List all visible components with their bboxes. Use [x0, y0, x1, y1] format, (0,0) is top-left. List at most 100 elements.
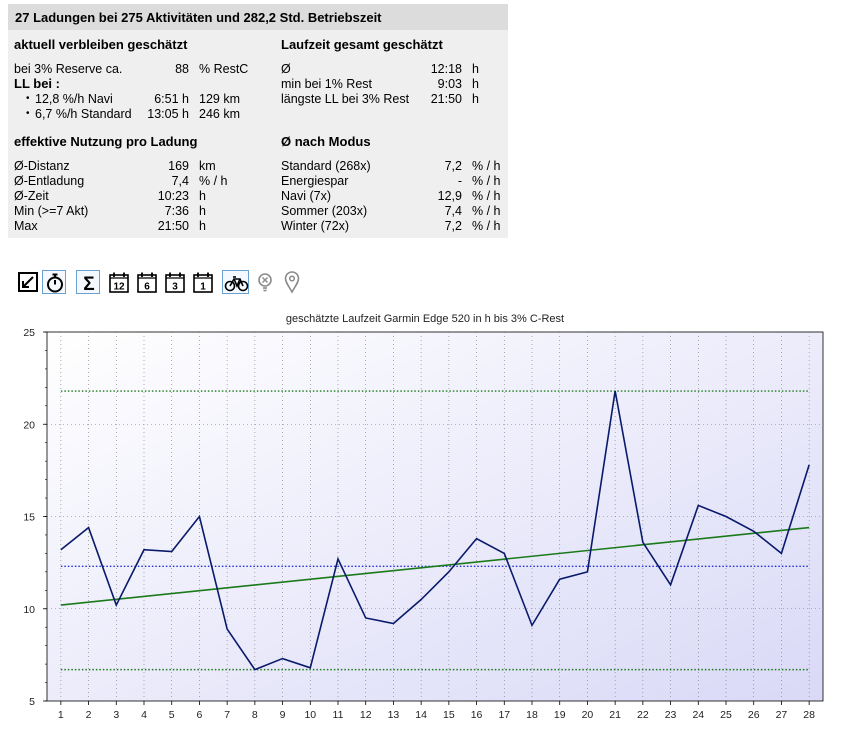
usage-heading: effektive Nutzung pro Ladung	[14, 134, 198, 149]
x-tick-label: 1	[58, 709, 64, 721]
mode-value: 7,2	[444, 219, 462, 233]
runtime-value: 12:18	[430, 62, 462, 76]
x-tick-label: 18	[526, 709, 538, 721]
sigma-icon: Σ	[83, 274, 94, 295]
mode-label: Standard (268x)	[281, 159, 371, 173]
x-tick-label: 28	[803, 709, 815, 721]
sigma-glyph: Σ	[83, 274, 94, 295]
bulb-off-icon	[258, 273, 272, 292]
location-button[interactable]	[281, 270, 305, 294]
ll-label: LL bei :	[14, 76, 60, 91]
light-toggle-button[interactable]	[254, 270, 278, 294]
bike-filter-button[interactable]	[222, 270, 249, 294]
runtime-chart: geschätzte Laufzeit Garmin Edge 520 in h…	[23, 313, 824, 721]
usage-label: Ø-Distanz	[14, 159, 70, 173]
x-tick-label: 21	[609, 709, 621, 721]
mode-unit: % / h	[472, 219, 501, 233]
runtime-unit: h	[472, 62, 479, 76]
mode-unit: % / h	[472, 174, 501, 188]
ll-row-distance: 129 km	[199, 92, 240, 106]
sum-view-button[interactable]: Σ	[76, 270, 100, 295]
x-tick-label: 27	[776, 709, 788, 721]
period-12-button[interactable]: 12	[107, 270, 131, 294]
usage-value: 7,4	[171, 174, 189, 188]
calendar-number: 3	[172, 282, 178, 293]
x-tick-label: 20	[582, 709, 594, 721]
ll-row-label: 12,8 %/h Navi	[35, 92, 113, 106]
ll-row-distance: 246 km	[199, 107, 240, 121]
x-tick-label: 15	[443, 709, 455, 721]
period-3-button[interactable]: 3	[163, 270, 187, 294]
runtime-label: min bei 1% Rest	[281, 77, 373, 91]
x-tick-label: 10	[304, 709, 316, 721]
y-tick-label: 10	[23, 604, 35, 616]
x-tick-label: 26	[748, 709, 760, 721]
x-tick-label: 5	[169, 709, 175, 721]
y-tick-label: 15	[23, 512, 35, 524]
mode-unit: % / h	[472, 159, 501, 173]
mode-heading: Ø nach Modus	[281, 134, 371, 149]
x-tick-label: 9	[280, 709, 286, 721]
x-tick-label: 11	[333, 709, 344, 721]
x-tick-label: 24	[692, 709, 704, 721]
usage-value: 21:50	[157, 219, 189, 233]
reserve-unit: % RestC	[199, 62, 249, 76]
stopwatch-icon	[47, 273, 63, 293]
x-tick-label: 12	[360, 709, 372, 721]
reserve-label: bei 3% Reserve ca.	[14, 62, 123, 76]
mode-value: 7,2	[444, 159, 462, 173]
x-tick-label: 8	[252, 709, 258, 721]
runtime-view-button[interactable]	[42, 270, 66, 294]
calendar-number: 6	[144, 282, 150, 293]
chart-title: geschätzte Laufzeit Garmin Edge 520 in h…	[286, 313, 564, 325]
reserve-value: 88	[175, 62, 189, 76]
runtime-unit: h	[472, 92, 479, 106]
x-tick-label: 6	[197, 709, 203, 721]
x-tick-label: 25	[720, 709, 732, 721]
ll-row-time: 6:51 h	[154, 92, 189, 106]
ll-row-time: 13:05 h	[147, 107, 189, 121]
calendar-icon: 1	[193, 272, 213, 293]
mode-label: Sommer (203x)	[281, 204, 368, 218]
x-tick-label: 7	[224, 709, 230, 721]
usage-value: 10:23	[157, 189, 189, 203]
mode-value: 12,9	[437, 189, 462, 203]
mode-unit: % / h	[472, 204, 501, 218]
x-tick-label: 14	[415, 709, 427, 721]
map-pin-icon	[284, 271, 300, 294]
mode-label: Energiespar	[281, 174, 349, 188]
x-tick-label: 16	[471, 709, 483, 721]
mode-value: 7,4	[444, 204, 462, 218]
bullet: •	[26, 108, 30, 119]
calendar-icon: 12	[109, 272, 129, 293]
usage-label: Ø-Entladung	[14, 174, 85, 188]
y-tick-label: 25	[23, 327, 35, 339]
x-tick-label: 2	[86, 709, 92, 721]
mode-value: -	[457, 174, 462, 188]
usage-value: 7:36	[164, 204, 189, 218]
ll-row-label: 6,7 %/h Standard	[35, 107, 132, 121]
usage-unit: h	[199, 204, 206, 218]
usage-label: Ø-Zeit	[14, 189, 49, 203]
export-button[interactable]	[16, 270, 40, 294]
remaining-heading: aktuell verbleiben geschätzt	[14, 37, 188, 52]
usage-value: 169	[168, 159, 189, 173]
bullet: •	[26, 93, 30, 104]
period-6-button[interactable]: 6	[135, 270, 159, 294]
runtime-label: längste LL bei 3% Rest	[281, 92, 410, 106]
period-1-button[interactable]: 1	[191, 270, 215, 294]
x-tick-label: 23	[665, 709, 677, 721]
x-tick-label: 13	[388, 709, 400, 721]
runtime-value: 21:50	[430, 92, 462, 106]
usage-label: Min (>=7 Akt)	[14, 204, 89, 218]
usage-unit: h	[199, 189, 206, 203]
calendar-icon: 3	[165, 272, 185, 293]
x-tick-label: 17	[498, 709, 510, 721]
runtime-label: Ø	[281, 62, 291, 76]
bicycle-icon	[224, 276, 249, 292]
runtime-unit: h	[472, 77, 479, 91]
mode-label: Navi (7x)	[281, 189, 332, 203]
calendar-icon: 6	[137, 272, 157, 293]
mode-unit: % / h	[472, 189, 501, 203]
runtime-value: 9:03	[437, 77, 462, 91]
